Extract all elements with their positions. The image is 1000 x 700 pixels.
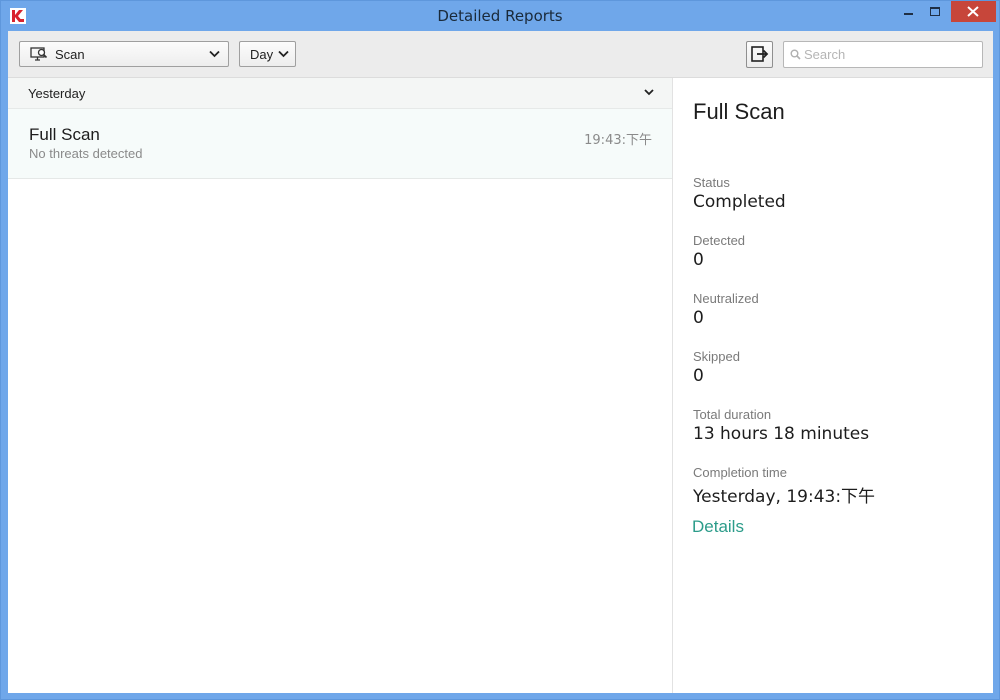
title-bar[interactable]: Detailed Reports <box>1 1 999 31</box>
report-item-status: No threats detected <box>29 146 143 161</box>
field-label: Status <box>693 175 730 190</box>
app-window: Detailed Reports Scan Day Search Yesterd… <box>0 0 1000 700</box>
field-label: Neutralized <box>693 291 759 306</box>
field-value: 0 <box>693 250 704 270</box>
search-input[interactable] <box>804 45 974 63</box>
report-detail-pane: Full Scan Status Completed Detected 0 Ne… <box>673 78 993 693</box>
close-button[interactable] <box>951 1 996 22</box>
period-label: Day <box>250 47 274 62</box>
monitor-scan-icon <box>30 47 48 61</box>
report-type-label: Scan <box>55 47 85 62</box>
report-list-item[interactable]: Full Scan No threats detected 19:43:下午 <box>8 109 672 179</box>
detail-field-status: Status Completed <box>693 175 983 212</box>
field-value: Yesterday, 19:43:下午 <box>693 487 876 507</box>
group-title: Yesterday <box>28 86 86 101</box>
close-icon <box>967 6 979 17</box>
details-link[interactable]: Details <box>692 517 744 537</box>
detail-field-detected: Detected 0 <box>693 233 983 270</box>
field-value: Completed <box>693 192 786 212</box>
field-label: Detected <box>693 233 746 248</box>
report-item-title: Full Scan <box>29 125 100 144</box>
report-item-time: 19:43:下午 <box>584 133 652 148</box>
maximize-button[interactable] <box>921 1 949 22</box>
field-label: Total duration <box>693 407 772 422</box>
detail-title: Full Scan <box>693 99 785 124</box>
chevron-down-icon <box>278 50 289 58</box>
detail-field-neutralized: Neutralized 0 <box>693 291 983 328</box>
field-label: Skipped <box>693 349 740 364</box>
client-area: Scan Day Search Yesterday Full Scan No t… <box>8 31 993 693</box>
export-button[interactable] <box>746 41 773 68</box>
field-value: 13 hours 18 minutes <box>693 424 870 444</box>
detail-field-skipped: Skipped 0 <box>693 349 983 386</box>
reports-list-pane: Yesterday Full Scan No threats detected … <box>8 78 673 693</box>
field-label: Completion time <box>693 465 787 480</box>
detail-field-duration: Total duration 13 hours 18 minutes <box>693 407 983 444</box>
window-title: Detailed Reports <box>437 7 563 25</box>
field-value: 0 <box>693 366 704 386</box>
search-icon <box>790 49 801 60</box>
export-icon <box>751 46 769 62</box>
search-box[interactable] <box>783 41 983 68</box>
group-header-yesterday[interactable]: Yesterday <box>8 78 672 109</box>
collapse-chevron-icon[interactable] <box>644 89 654 96</box>
period-dropdown[interactable]: Day <box>239 41 296 67</box>
minimize-button[interactable] <box>894 1 921 22</box>
report-type-dropdown[interactable]: Scan <box>19 41 229 67</box>
chevron-down-icon <box>209 50 220 58</box>
detail-field-completion-time: Completion time Yesterday, 19:43:下午 <box>693 465 983 507</box>
toolbar: Scan Day <box>8 31 993 78</box>
field-value: 0 <box>693 308 704 328</box>
